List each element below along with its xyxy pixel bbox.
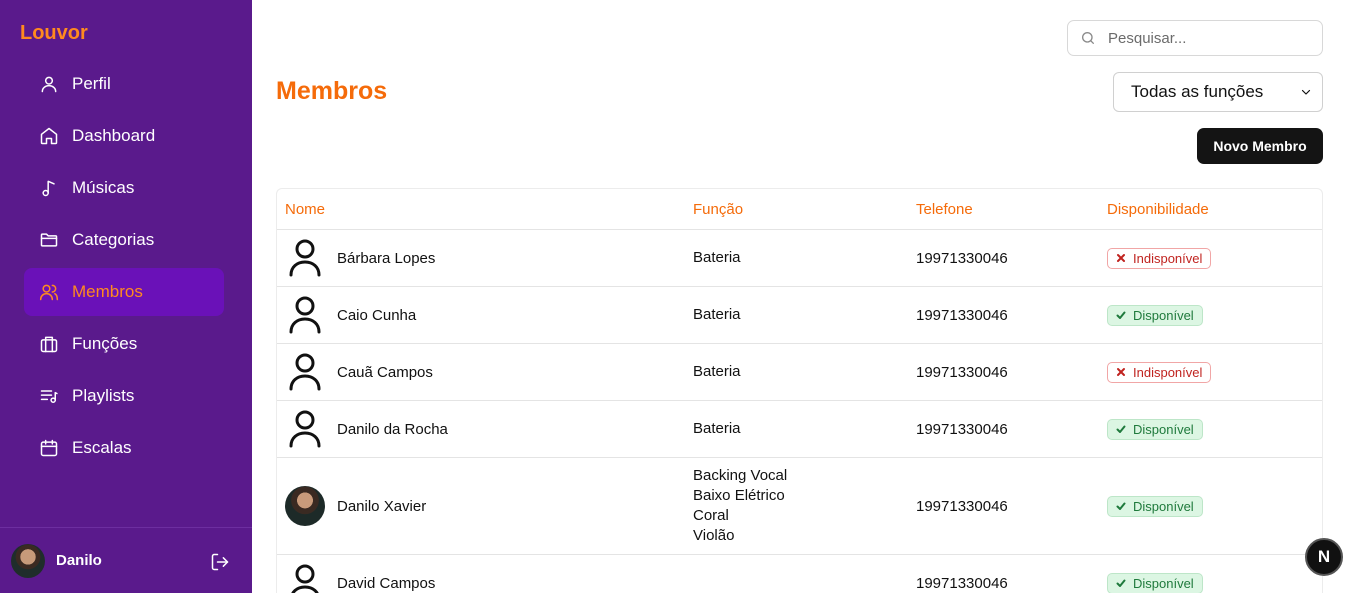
member-phone: 19971330046 — [916, 249, 1008, 267]
member-name: Bárbara Lopes — [337, 249, 436, 267]
avatar — [285, 486, 325, 526]
sidebar-item-label: Músicas — [72, 178, 135, 197]
search-input[interactable] — [1108, 29, 1308, 47]
member-role: Baixo Elétrico — [693, 487, 785, 504]
role-filter-select[interactable]: Todas as funções — [1113, 72, 1323, 112]
member-name: Danilo Xavier — [337, 497, 427, 515]
sidebar-item-categorias[interactable]: Categorias — [24, 216, 224, 264]
sidebar-item-label: Dashboard — [72, 126, 156, 145]
search-icon — [1082, 32, 1094, 44]
check-icon — [1114, 501, 1128, 511]
column-header-availability[interactable]: Disponibilidade — [1099, 201, 1209, 218]
table-row[interactable]: Cauã Campos Bateria 19971330046 Indispon… — [277, 344, 1322, 401]
playlist-icon — [38, 385, 60, 407]
table-header: Nome Função Telefone Disponibilidade — [277, 189, 1322, 230]
member-role: Backing Vocal — [693, 467, 788, 484]
brand-logo[interactable]: Louvor — [20, 22, 88, 45]
user-placeholder-icon — [285, 409, 325, 449]
column-header-role[interactable]: Função — [685, 201, 908, 218]
avatar[interactable] — [11, 543, 45, 578]
user-placeholder-icon — [285, 238, 325, 278]
sidebar-item-label: Categorias — [72, 230, 155, 249]
x-icon — [1114, 253, 1128, 263]
table-row[interactable]: Caio Cunha Bateria 19971330046 Disponíve… — [277, 287, 1322, 344]
users-icon — [38, 281, 60, 303]
member-role: Bateria — [693, 420, 741, 437]
member-name: Caio Cunha — [337, 306, 417, 324]
member-role: Violão — [693, 527, 735, 544]
sidebar-item-playlists[interactable]: Playlists — [24, 372, 224, 420]
sidebar: Louvor Perfil Dashboard Músicas Categori… — [0, 0, 252, 593]
sidebar-user: Danilo — [0, 527, 252, 593]
sidebar-item-label: Perfil — [72, 74, 111, 93]
member-role: Coral — [693, 507, 729, 524]
logout-icon[interactable] — [210, 552, 230, 572]
column-header-phone[interactable]: Telefone — [908, 201, 1099, 218]
check-icon — [1114, 578, 1128, 588]
members-table: Nome Função Telefone Disponibilidade Bár… — [276, 188, 1323, 593]
user-placeholder-icon — [285, 563, 325, 593]
briefcase-icon — [38, 333, 60, 355]
table-row[interactable]: David Campos 19971330046 Disponível — [277, 555, 1322, 593]
sidebar-item-dashboard[interactable]: Dashboard — [24, 112, 224, 160]
member-name: David Campos — [337, 574, 436, 592]
status-badge: Indisponível — [1107, 361, 1212, 383]
member-name: Danilo da Rocha — [337, 420, 448, 438]
status-badge: Indisponível — [1107, 247, 1212, 269]
table-row[interactable]: Danilo Xavier Backing Vocal Baixo Elétri… — [277, 458, 1322, 555]
sidebar-item-label: Membros — [72, 282, 143, 301]
sidebar-item-label: Escalas — [72, 438, 132, 457]
sidebar-nav: Perfil Dashboard Músicas Categorias Memb… — [24, 60, 224, 476]
user-icon — [38, 73, 60, 95]
sidebar-item-escalas[interactable]: Escalas — [24, 424, 224, 472]
role-filter-value: Todas as funções — [1131, 82, 1264, 101]
sidebar-item-perfil[interactable]: Perfil — [24, 60, 224, 108]
folder-icon — [38, 229, 60, 251]
member-phone: 19971330046 — [916, 420, 1008, 438]
member-role: Bateria — [693, 249, 741, 266]
search-box[interactable] — [1067, 20, 1323, 56]
sidebar-item-label: Funções — [72, 334, 138, 353]
sidebar-item-membros[interactable]: Membros — [24, 268, 224, 316]
table-row[interactable]: Danilo da Rocha Bateria 19971330046 Disp… — [277, 401, 1322, 458]
sidebar-item-musicas[interactable]: Músicas — [24, 164, 224, 212]
music-note-icon — [38, 177, 60, 199]
chevron-down-icon — [1301, 89, 1311, 95]
home-icon — [38, 125, 60, 147]
status-badge: Disponível — [1107, 304, 1203, 326]
check-icon — [1114, 424, 1128, 434]
member-phone: 19971330046 — [916, 306, 1008, 324]
column-header-name[interactable]: Nome — [277, 201, 685, 218]
user-name: Danilo — [56, 552, 102, 569]
member-role: Bateria — [693, 306, 741, 323]
member-phone: 19971330046 — [916, 574, 1008, 592]
member-name: Cauã Campos — [337, 363, 433, 381]
calendar-icon — [38, 437, 60, 459]
status-badge: Disponível — [1107, 572, 1203, 593]
status-badge: Disponível — [1107, 495, 1203, 517]
member-phone: 19971330046 — [916, 363, 1008, 381]
sidebar-item-funcoes[interactable]: Funções — [24, 320, 224, 368]
x-icon — [1114, 367, 1128, 377]
member-phone: 19971330046 — [916, 497, 1008, 515]
new-member-button[interactable]: Novo Membro — [1197, 128, 1323, 164]
status-badge: Disponível — [1107, 418, 1203, 440]
table-row[interactable]: Bárbara Lopes Bateria 19971330046 Indisp… — [277, 230, 1322, 287]
page-title: Membros — [276, 77, 388, 105]
dev-indicator-button[interactable]: N — [1305, 538, 1343, 576]
user-placeholder-icon — [285, 295, 325, 335]
check-icon — [1114, 310, 1128, 320]
sidebar-item-label: Playlists — [72, 386, 135, 405]
member-role: Bateria — [693, 363, 741, 380]
user-placeholder-icon — [285, 352, 325, 392]
